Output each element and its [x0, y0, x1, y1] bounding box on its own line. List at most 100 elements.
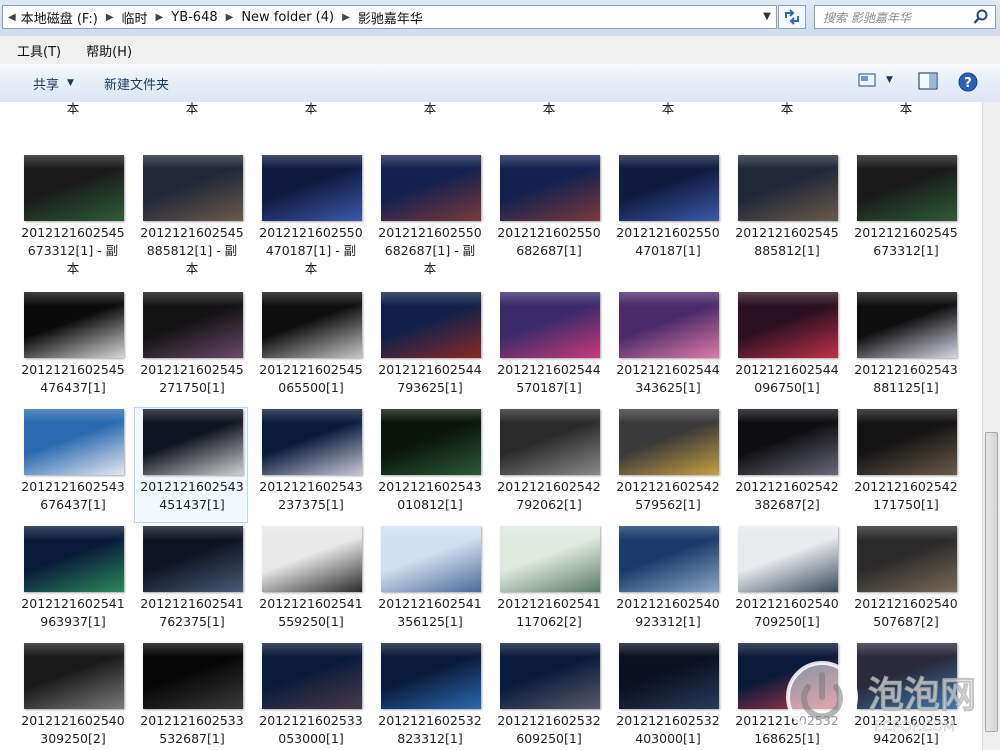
file-item[interactable]: 2012121602543 010812[1] [373, 408, 487, 524]
photo-thumbnail[interactable] [738, 409, 838, 475]
file-item[interactable]: 2012121602545 673312[1] [849, 154, 963, 270]
photo-thumbnail[interactable] [381, 292, 481, 358]
photo-thumbnail[interactable] [619, 155, 719, 221]
menu-tools[interactable]: 工具(T) [0, 41, 69, 60]
file-item[interactable]: 2012121602550 470187[1] [611, 154, 725, 270]
file-item[interactable]: 2012121602543 237375[1] [254, 408, 368, 524]
file-item[interactable]: 2012121602543 676437[1] [16, 408, 130, 524]
photo-thumbnail[interactable] [143, 643, 243, 709]
view-options-button[interactable]: ▼ [858, 72, 893, 88]
file-item[interactable]: 2012121602540 309250[2] [16, 642, 130, 750]
photo-thumbnail[interactable] [857, 292, 957, 358]
file-item[interactable]: 2012121602541 762375[1] [135, 525, 249, 641]
breadcrumb-item-new-folder[interactable]: New folder (4) [241, 10, 334, 25]
photo-thumbnail[interactable] [619, 643, 719, 709]
file-item[interactable]: 2012121602550 470187[1] - 副本 [254, 154, 368, 276]
photo-thumbnail[interactable] [143, 155, 243, 221]
scrollbar-thumb[interactable] [985, 432, 998, 732]
file-item[interactable]: 2012121602541 963937[1] [16, 525, 130, 641]
file-item[interactable]: 2012121602544 793625[1] [373, 291, 487, 407]
breadcrumb-item-yb648[interactable]: YB-648 [171, 10, 217, 25]
file-list-view[interactable]: 881125[1] - 副本 096750[1] - 副本 343625[1] - … [0, 102, 982, 750]
refresh-button[interactable] [778, 5, 806, 29]
file-item[interactable]: 2012121602542 579562[1] [611, 408, 725, 524]
photo-thumbnail[interactable] [738, 526, 838, 592]
breadcrumb-separator-icon[interactable]: ▶ [106, 12, 114, 23]
breadcrumb-separator-icon[interactable]: ▶ [226, 12, 234, 23]
photo-thumbnail[interactable] [143, 526, 243, 592]
photo-thumbnail[interactable] [500, 643, 600, 709]
file-item[interactable]: 2012121602541 117062[2] [492, 525, 606, 641]
photo-thumbnail[interactable] [262, 409, 362, 475]
file-item[interactable]: 2012121602540 923312[1] [611, 525, 725, 641]
photo-thumbnail[interactable] [857, 409, 957, 475]
photo-thumbnail[interactable] [143, 292, 243, 358]
new-folder-button[interactable]: 新建文件夹 [104, 74, 169, 93]
breadcrumb-overflow-icon[interactable]: ◀ [8, 12, 16, 23]
photo-thumbnail[interactable] [262, 526, 362, 592]
photo-thumbnail[interactable] [738, 292, 838, 358]
photo-thumbnail[interactable] [24, 155, 124, 221]
photo-thumbnail[interactable] [24, 409, 124, 475]
photo-thumbnail[interactable] [619, 526, 719, 592]
file-item[interactable]: 2012121602544 570187[1] [492, 291, 606, 407]
photo-thumbnail[interactable] [619, 409, 719, 475]
photo-thumbnail[interactable] [857, 155, 957, 221]
photo-thumbnail[interactable] [381, 526, 481, 592]
file-item[interactable]: 2012121602542 171750[1] [849, 408, 963, 524]
photo-thumbnail[interactable] [381, 409, 481, 475]
address-dropdown-icon[interactable]: ▼ [760, 5, 774, 27]
breadcrumb-separator-icon[interactable]: ▶ [342, 12, 350, 23]
menu-help[interactable]: 帮助(H) [69, 41, 140, 60]
photo-thumbnail[interactable] [262, 643, 362, 709]
file-item[interactable]: 2012121602545 065500[1] [254, 291, 368, 407]
photo-thumbnail[interactable] [262, 292, 362, 358]
file-item[interactable]: 2012121602532 823312[1] [373, 642, 487, 750]
photo-thumbnail[interactable] [500, 292, 600, 358]
file-item[interactable]: 2012121602543 881125[1] [849, 291, 963, 407]
file-item[interactable]: 2012121602550 682687[1] - 副本 [373, 154, 487, 276]
file-item[interactable]: 2012121602550 682687[1] [492, 154, 606, 270]
vertical-scrollbar[interactable] [982, 102, 1000, 750]
breadcrumb-separator-icon[interactable]: ▶ [156, 12, 164, 23]
help-button[interactable]: ? [958, 72, 978, 92]
photo-thumbnail[interactable] [24, 292, 124, 358]
file-item[interactable]: 2012121602533 532687[1] [135, 642, 249, 750]
file-item[interactable]: 2012121602532 403000[1] [611, 642, 725, 750]
photo-thumbnail[interactable] [500, 155, 600, 221]
file-item[interactable]: 2012121602543 451437[1] [134, 407, 248, 523]
photo-thumbnail[interactable] [24, 643, 124, 709]
file-item[interactable]: 2012121602532 609250[1] [492, 642, 606, 750]
file-item[interactable]: 2012121602541 356125[1] [373, 525, 487, 641]
photo-thumbnail[interactable] [381, 155, 481, 221]
preview-pane-button[interactable] [918, 72, 938, 90]
breadcrumb-item-drive[interactable]: 本地磁盘 (F:) [21, 8, 98, 27]
search-icon[interactable] [973, 9, 989, 25]
photo-thumbnail[interactable] [143, 409, 243, 475]
share-button[interactable]: 共享 ▼ [33, 74, 74, 93]
file-item[interactable]: 2012121602544 096750[1] [730, 291, 844, 407]
search-box[interactable] [814, 5, 996, 29]
file-item[interactable]: 2012121602545 476437[1] [16, 291, 130, 407]
photo-thumbnail[interactable] [500, 526, 600, 592]
breadcrumb-item-temp[interactable]: 临时 [122, 8, 148, 27]
photo-thumbnail[interactable] [738, 155, 838, 221]
file-item[interactable]: 2012121602540 709250[1] [730, 525, 844, 641]
photo-thumbnail[interactable] [619, 292, 719, 358]
file-item[interactable]: 2012121602541 559250[1] [254, 525, 368, 641]
photo-thumbnail[interactable] [262, 155, 362, 221]
file-item[interactable]: 2012121602545 673312[1] - 副本 [16, 154, 130, 276]
file-item[interactable]: 2012121602542 382687[2] [730, 408, 844, 524]
photo-thumbnail[interactable] [500, 409, 600, 475]
file-item[interactable]: 2012121602545 271750[1] [135, 291, 249, 407]
breadcrumb[interactable]: ◀ 本地磁盘 (F:) ▶ 临时 ▶ YB-648 ▶ New folder (… [2, 5, 777, 29]
file-item[interactable]: 2012121602545 885812[1] [730, 154, 844, 270]
file-item[interactable]: 2012121602544 343625[1] [611, 291, 725, 407]
photo-thumbnail[interactable] [381, 643, 481, 709]
file-item[interactable]: 2012121602542 792062[1] [492, 408, 606, 524]
photo-thumbnail[interactable] [857, 526, 957, 592]
breadcrumb-item-current[interactable]: 影驰嘉年华 [358, 8, 423, 27]
photo-thumbnail[interactable] [24, 526, 124, 592]
file-item[interactable]: 2012121602540 507687[2] [849, 525, 963, 641]
search-input[interactable] [821, 8, 973, 28]
